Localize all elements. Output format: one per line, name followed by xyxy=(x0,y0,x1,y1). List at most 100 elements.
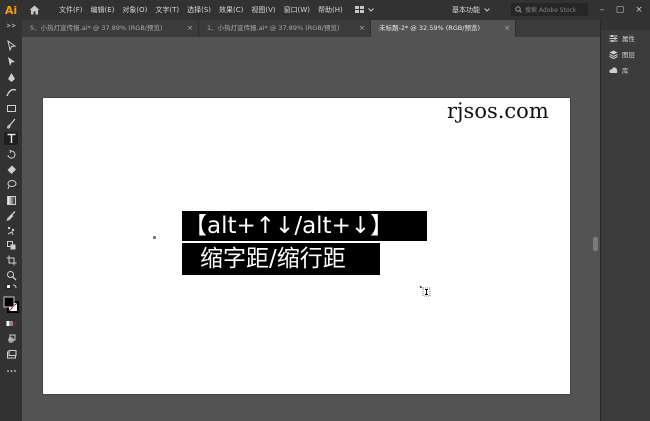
menu-list: 文件(F) 编辑(E) 对象(O) 文字(T) 选择(S) 效果(C) 视图(V) 窗口(W)… xyxy=(55,0,347,20)
menu-item[interactable]: 选择(S) xyxy=(183,0,215,20)
artboard[interactable]: rjsos.com 【alt+↑↓/alt+↓】 缩字距/缩行距 xyxy=(43,98,570,394)
document-tab-label: 1、小热灯宣传报.ai* @ 37.89% (RGB/预览) xyxy=(207,24,340,32)
properties-icon xyxy=(609,34,618,42)
panel-dock-header[interactable] xyxy=(601,20,650,30)
gradient-icon xyxy=(6,196,16,205)
screen-mode-icon xyxy=(6,350,16,359)
fill-stroke-swatch[interactable] xyxy=(3,295,19,315)
type-icon xyxy=(7,133,15,143)
screen-mode-button[interactable] xyxy=(4,348,18,361)
selected-text-line-1[interactable]: 【alt+↑↓/alt+↓】 xyxy=(182,211,427,241)
eraser-tool[interactable] xyxy=(4,163,18,176)
rectangle-tool[interactable] xyxy=(4,102,18,115)
curvature-tool[interactable] xyxy=(4,86,18,99)
menu-item[interactable]: 文件(F) xyxy=(55,0,87,20)
workspace-switcher[interactable]: 基本功能 xyxy=(452,0,490,20)
arrange-documents-button[interactable] xyxy=(354,6,374,14)
toolbar-collapse-handle[interactable] xyxy=(4,23,18,28)
rectangle-icon xyxy=(6,105,16,112)
home-button[interactable] xyxy=(25,0,43,20)
tools-panel xyxy=(0,20,22,421)
selected-text-line-2[interactable]: 缩字距/缩行距 xyxy=(182,243,380,275)
symbol-sprayer-icon xyxy=(7,226,14,236)
type-cursor-icon xyxy=(419,285,431,297)
watermark-text: rjsos.com xyxy=(447,99,549,123)
arrow-pointer-icon xyxy=(6,40,16,51)
layers-panel-button[interactable]: 图层 xyxy=(601,46,650,62)
canvas-area[interactable]: rjsos.com 【alt+↑↓/alt+↓】 缩字距/缩行距 xyxy=(22,37,600,421)
document-tab-bar: 5、小热灯宣传报.ai* @ 37.89% (RGB/预览) × 1、小热灯宣传报.… xyxy=(22,20,600,37)
color-mode-buttons[interactable] xyxy=(4,319,18,328)
draw-mode-icon xyxy=(7,334,15,343)
minimize-button[interactable]: – xyxy=(594,0,610,20)
zoom-icon xyxy=(6,271,16,281)
document-tab[interactable]: 未标题-2* @ 32.59% (RGB/预览) × xyxy=(371,20,516,37)
artboard-icon xyxy=(6,255,16,266)
eyedropper-icon xyxy=(5,211,15,221)
direct-selection-tool[interactable] xyxy=(4,55,18,68)
home-icon xyxy=(29,5,39,15)
color-modes-icon xyxy=(6,320,17,327)
artboard-tool[interactable] xyxy=(4,254,18,267)
anchor-point-marker xyxy=(153,236,156,239)
menu-item[interactable]: 对象(O) xyxy=(118,0,151,20)
zoom-tool[interactable] xyxy=(4,269,18,282)
gradient-tool[interactable] xyxy=(4,194,18,207)
type-tool[interactable] xyxy=(4,132,18,145)
rotate-icon xyxy=(7,149,15,159)
vertical-scrollbar-thumb[interactable] xyxy=(593,237,598,251)
libraries-panel-button[interactable]: 库 xyxy=(601,62,650,78)
minimize-icon: – xyxy=(599,5,605,15)
fill-stroke-icon xyxy=(3,296,19,313)
default-colors-toggle[interactable] xyxy=(4,284,18,292)
properties-label: 属性 xyxy=(622,35,635,43)
close-tab-icon[interactable]: × xyxy=(359,20,365,37)
stock-search-input[interactable]: 搜索 Adobe Stock xyxy=(511,3,588,16)
layers-icon xyxy=(609,50,618,59)
menu-item[interactable]: 效果(C) xyxy=(215,0,247,20)
edit-toolbar-button[interactable] xyxy=(4,368,18,374)
selection-tool[interactable] xyxy=(4,39,18,52)
app-logo: Ai xyxy=(4,3,18,17)
more-icon xyxy=(6,370,16,372)
direct-select-icon xyxy=(7,57,15,66)
menu-item[interactable]: 帮助(H) xyxy=(314,0,347,20)
restore-icon: ▢ xyxy=(615,5,625,15)
libraries-icon xyxy=(609,66,618,73)
collapse-icon xyxy=(6,23,16,28)
right-panel-dock: 属性 图层 库 xyxy=(600,20,650,421)
shape-builder-tool[interactable] xyxy=(4,239,18,252)
document-tab-label: 5、小热灯宣传报.ai* @ 37.89% (RGB/预览) xyxy=(30,24,163,32)
workspace-label: 基本功能 xyxy=(452,6,480,14)
symbol-sprayer-tool[interactable] xyxy=(4,224,18,237)
search-icon xyxy=(515,6,522,13)
properties-panel-button[interactable]: 属性 xyxy=(601,30,650,46)
chevron-down-icon xyxy=(484,8,490,12)
document-tab[interactable]: 5、小热灯宣传报.ai* @ 37.89% (RGB/预览) × xyxy=(22,20,199,37)
close-window-button[interactable]: × xyxy=(631,0,647,20)
lasso-icon xyxy=(7,180,16,190)
close-tab-icon[interactable]: × xyxy=(187,20,193,37)
eyedropper-tool[interactable] xyxy=(4,209,18,222)
restore-button[interactable]: ▢ xyxy=(612,0,628,20)
pen-tool[interactable] xyxy=(4,71,18,84)
grid-layout-icon xyxy=(354,6,364,13)
rotate-tool[interactable] xyxy=(4,148,18,161)
paintbrush-icon xyxy=(6,118,15,129)
eraser-icon xyxy=(7,165,16,174)
menu-bar: Ai 文件(F) 编辑(E) 对象(O) 文字(T) 选择(S) 效果(C) 视图(V) 窗口… xyxy=(0,0,650,20)
layers-label: 图层 xyxy=(622,51,635,59)
lasso-tool[interactable] xyxy=(4,178,18,191)
close-icon: × xyxy=(635,5,643,15)
pen-icon xyxy=(7,73,15,82)
curvature-icon xyxy=(5,88,16,97)
menu-item[interactable]: 视图(V) xyxy=(247,0,279,20)
menu-item[interactable]: 编辑(E) xyxy=(87,0,119,20)
close-tab-icon[interactable]: × xyxy=(504,20,510,37)
libraries-label: 库 xyxy=(622,67,629,75)
menu-item[interactable]: 文字(T) xyxy=(151,0,183,20)
paintbrush-tool[interactable] xyxy=(4,117,18,130)
drawing-mode-button[interactable] xyxy=(4,333,18,346)
menu-item[interactable]: 窗口(W) xyxy=(280,0,314,20)
document-tab[interactable]: 1、小热灯宣传报.ai* @ 37.89% (RGB/预览) × xyxy=(199,20,371,37)
